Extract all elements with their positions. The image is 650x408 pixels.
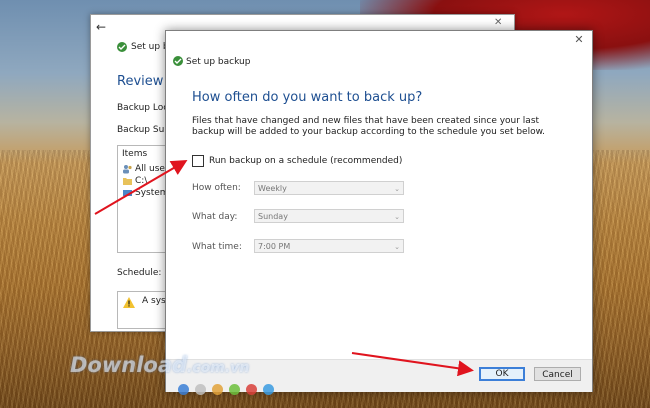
annotation-overlay xyxy=(94,159,474,377)
dot-icon xyxy=(229,384,240,395)
annotation-arrow-checkbox xyxy=(94,159,188,215)
dot-icon xyxy=(246,384,257,395)
dot-icon xyxy=(212,384,223,395)
dot-icon xyxy=(195,384,206,395)
watermark-logo: Download.com.vn xyxy=(70,353,249,377)
dot-icon xyxy=(178,384,189,395)
watermark-brand: Download xyxy=(70,353,188,377)
dot-icon xyxy=(263,384,274,395)
watermark-dots xyxy=(178,384,280,395)
annotation-arrow-ok xyxy=(351,352,474,377)
watermark-suffix: .com.vn xyxy=(187,360,250,376)
